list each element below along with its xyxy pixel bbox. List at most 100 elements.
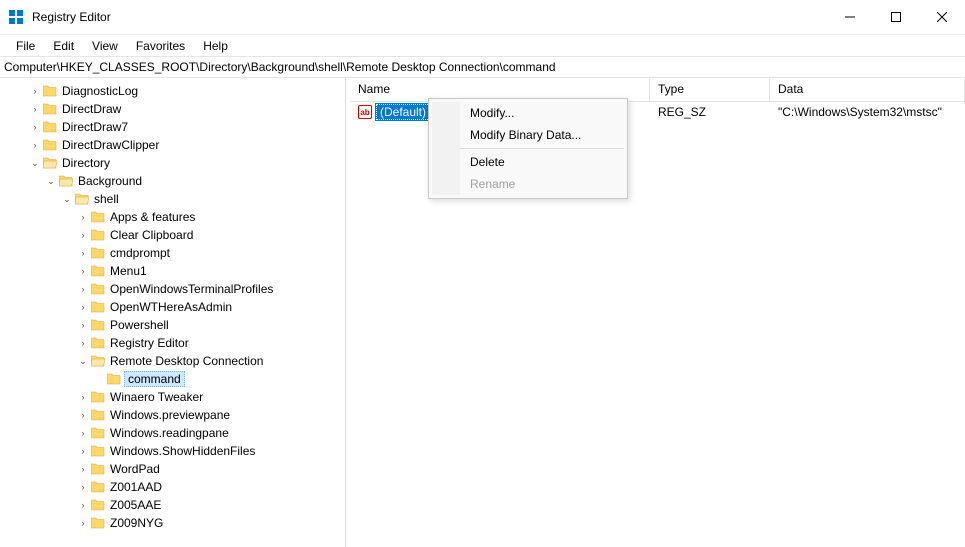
context-modify-binary[interactable]: Modify Binary Data... [460,124,624,146]
tree-item-z001aad[interactable]: ›Z001AAD [78,478,345,496]
tree-label: command [124,371,185,387]
addressbar[interactable]: Computer\HKEY_CLASSES_ROOT\Directory\Bac… [0,56,965,78]
folder-open-icon [75,193,89,205]
folder-closed-icon [43,85,57,97]
folder-closed-icon [43,121,57,133]
tree-item-directdrawclipper[interactable]: › DirectDrawClipper [30,136,345,154]
tree-item-directory[interactable]: ⌄ Directory [30,154,345,172]
folder-closed-icon [91,409,105,421]
caret-closed-icon[interactable]: › [30,140,40,150]
tree-item-openwindowsterminalprofiles[interactable]: › OpenWindowsTerminalProfiles [78,280,345,298]
caret-closed-icon[interactable]: › [78,284,88,294]
content: ›DiagnosticLog›DirectDraw›DirectDraw7›Di… [0,78,965,547]
folder-closed-icon [91,445,105,457]
folder-closed-icon [91,499,105,511]
menu-file[interactable]: File [8,37,43,55]
folder-closed-icon [91,427,105,439]
caret-open-icon[interactable]: ⌄ [46,176,56,186]
column-header-data[interactable]: Data [770,78,965,101]
tree-item-cmdprompt[interactable]: › cmdprompt [78,244,345,262]
menubar: File Edit View Favorites Help [0,34,965,56]
tree-item-z009nyg[interactable]: ›Z009NYG [78,514,345,532]
tree-item-wordpad[interactable]: ›WordPad [78,460,345,478]
folder-closed-icon [91,391,105,403]
window-controls [827,0,965,34]
tree-item-winaero-tweaker[interactable]: ›Winaero Tweaker [78,388,345,406]
tree-item-directdraw[interactable]: ›DirectDraw [30,100,345,118]
caret-closed-icon[interactable]: › [78,392,88,402]
folder-closed-icon [91,247,105,259]
caret-open-icon[interactable]: ⌄ [30,158,40,168]
menu-favorites[interactable]: Favorites [128,37,193,55]
caret-closed-icon[interactable]: › [30,104,40,114]
tree-label: Directory [60,156,112,170]
caret-closed-icon[interactable]: › [78,248,88,258]
menu-view[interactable]: View [84,37,126,55]
context-delete[interactable]: Delete [460,151,624,173]
caret-closed-icon[interactable]: › [78,500,88,510]
caret-closed-icon[interactable]: › [78,410,88,420]
caret-open-icon[interactable]: ⌄ [62,194,72,204]
caret-closed-icon[interactable]: › [78,446,88,456]
caret-closed-icon[interactable]: › [30,86,40,96]
tree-item-openwthereasadmin[interactable]: ›OpenWTHereAsAdmin [78,298,345,316]
tree-label: Background [76,174,144,188]
tree-label: OpenWindowsTerminalProfiles [108,282,275,296]
tree-item-background[interactable]: ⌄ Background [46,172,345,190]
tree-item-windows-readingpane[interactable]: › Windows.readingpane [78,424,345,442]
context-modify[interactable]: Modify... [460,102,624,124]
tree-label: Apps & features [108,210,197,224]
caret-closed-icon[interactable]: › [78,266,88,276]
caret-closed-icon[interactable]: › [78,302,88,312]
caret-closed-icon[interactable]: › [78,320,88,330]
tree-item-windows-previewpane[interactable]: › Windows.previewpane [78,406,345,424]
tree-item-menu1[interactable]: ›Menu1 [78,262,345,280]
folder-closed-icon [91,229,105,241]
caret-closed-icon[interactable]: › [78,212,88,222]
caret-closed-icon[interactable]: › [30,122,40,132]
caret-closed-icon[interactable]: › [78,464,88,474]
folder-closed-icon [91,265,105,277]
folder-closed-icon [91,283,105,295]
close-button[interactable] [919,0,965,34]
folder-closed-icon [91,481,105,493]
tree-item-remote-desktop-connection[interactable]: ⌄Remote Desktop Connection [78,352,345,370]
folder-open-icon [91,355,105,367]
context-divider [460,148,624,149]
caret-closed-icon[interactable]: › [78,428,88,438]
regedit-icon [8,9,24,25]
menu-edit[interactable]: Edit [45,37,82,55]
folder-open-icon [43,157,57,169]
tree-label: DirectDraw7 [60,120,130,134]
tree-label: cmdprompt [108,246,172,260]
tree-item-windows-showhiddenfiles[interactable]: ›Windows.ShowHiddenFiles [78,442,345,460]
tree-label: Windows.readingpane [108,426,231,440]
context-rename: Rename [460,173,624,195]
tree-item-apps-features[interactable]: › Apps & features [78,208,345,226]
tree-item-diagnosticlog[interactable]: ›DiagnosticLog [30,82,345,100]
column-header-type[interactable]: Type [650,78,770,101]
tree-item-clear-clipboard[interactable]: ›Clear Clipboard [78,226,345,244]
window-title: Registry Editor [32,10,827,24]
tree-item-powershell[interactable]: ›Powershell [78,316,345,334]
value-type: REG_SZ [650,103,770,121]
folder-closed-icon [91,301,105,313]
tree-pane[interactable]: ›DiagnosticLog›DirectDraw›DirectDraw7›Di… [0,78,346,547]
caret-open-icon[interactable]: ⌄ [78,356,88,366]
minimize-button[interactable] [827,0,873,34]
caret-closed-icon[interactable]: › [78,482,88,492]
caret-closed-icon[interactable]: › [78,230,88,240]
menu-help[interactable]: Help [195,37,236,55]
maximize-button[interactable] [873,0,919,34]
tree-item-registry-editor[interactable]: ›Registry Editor [78,334,345,352]
caret-closed-icon[interactable]: › [78,338,88,348]
caret-closed-icon[interactable]: › [78,518,88,528]
addressbar-path: Computer\HKEY_CLASSES_ROOT\Directory\Bac… [4,60,556,74]
tree-item-shell[interactable]: ⌄shell [62,190,345,208]
folder-closed-icon [91,463,105,475]
tree-item-directdraw7[interactable]: › DirectDraw7 [30,118,345,136]
tree-item-command[interactable]: ›command [94,370,345,388]
tree-label: DirectDrawClipper [60,138,161,152]
tree-item-z005aae[interactable]: ›Z005AAE [78,496,345,514]
tree-label: Windows.previewpane [108,408,232,422]
